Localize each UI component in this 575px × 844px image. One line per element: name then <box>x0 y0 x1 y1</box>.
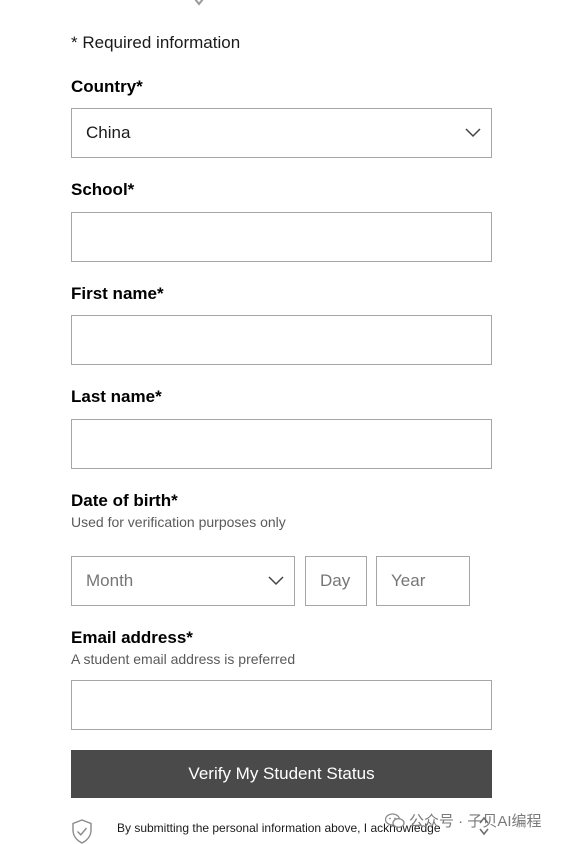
verify-student-status-button[interactable]: Verify My Student Status <box>71 750 492 798</box>
country-select[interactable]: China <box>71 108 492 158</box>
school-field <box>71 212 492 262</box>
last-name-input[interactable] <box>72 420 491 468</box>
chevron-down-icon <box>465 128 481 138</box>
email-input[interactable] <box>72 681 491 729</box>
dob-month-select[interactable]: Month <box>71 556 295 606</box>
first-name-field <box>71 315 492 365</box>
first-name-input[interactable] <box>72 316 491 364</box>
last-name-label: Last name* <box>71 387 162 406</box>
wechat-icon <box>385 812 405 828</box>
dob-label: Date of birth* <box>71 491 178 510</box>
shield-check-icon <box>72 819 92 844</box>
watermark-text: 公众号 · 子贝AI编程 <box>409 813 542 830</box>
email-field <box>71 680 492 730</box>
watermark: 公众号 · 子贝AI编程 <box>385 810 542 831</box>
first-name-label: First name* <box>71 284 164 303</box>
school-label: School* <box>71 180 135 199</box>
dob-hint: Used for verification purposes only <box>71 514 286 530</box>
dob-year-field <box>376 556 470 606</box>
scroll-arrow-icon[interactable] <box>478 815 490 837</box>
dob-month-placeholder: Month <box>86 571 134 590</box>
country-label: Country* <box>71 77 143 96</box>
top-partial-icon <box>194 0 204 6</box>
email-label: Email address* <box>71 628 193 647</box>
dob-day-input[interactable] <box>306 557 366 605</box>
country-select-value: China <box>86 123 131 142</box>
dob-year-input[interactable] <box>377 557 469 605</box>
dob-day-field <box>305 556 367 606</box>
chevron-down-icon <box>268 576 284 586</box>
required-note: * Required information <box>71 33 241 52</box>
school-input[interactable] <box>72 213 491 261</box>
email-hint: A student email address is preferred <box>71 651 296 667</box>
last-name-field <box>71 419 492 469</box>
